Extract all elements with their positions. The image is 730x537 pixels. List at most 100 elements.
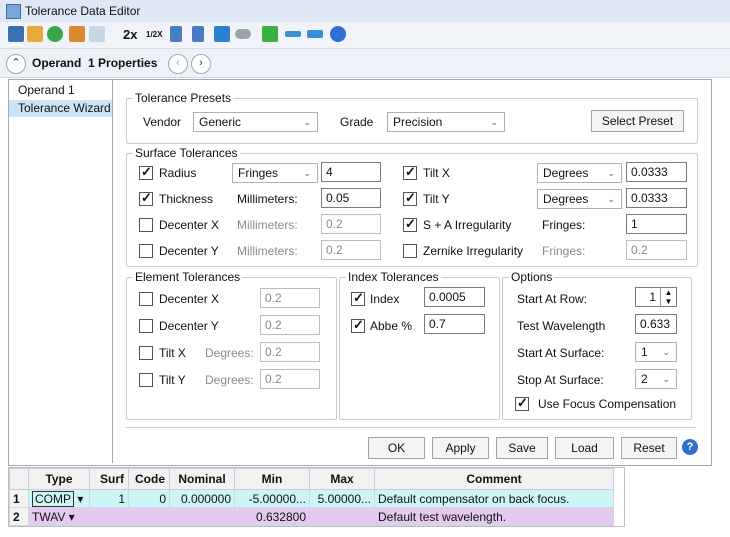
index-input[interactable]: 0.0005	[424, 287, 485, 307]
grade-label: Grade	[340, 115, 374, 129]
code-cell[interactable]: 0	[128, 489, 170, 508]
select-preset-button[interactable]: Select Preset	[591, 110, 684, 132]
sa-irregularity-checkbox[interactable]	[403, 216, 417, 232]
vendor-select[interactable]: Generic ⌄	[193, 112, 318, 132]
start-surface-select[interactable]: 1 ⌄	[635, 342, 677, 362]
load-button[interactable]: Load	[555, 437, 614, 459]
el-decenter-y-checkbox[interactable]	[139, 319, 153, 333]
min-cell[interactable]: -5.00000...	[234, 489, 310, 508]
half-icon[interactable]: 1/2X	[146, 30, 162, 39]
el-decenter-x-input[interactable]: 0.2	[260, 288, 320, 308]
el-tilt-x-checkbox[interactable]	[139, 346, 153, 360]
sort-num-icon[interactable]	[170, 26, 182, 42]
surf-cell[interactable]	[89, 507, 129, 526]
tilt-y-checkbox[interactable]	[403, 190, 417, 206]
save-button[interactable]: Save	[496, 437, 548, 459]
decenter-y-checkbox[interactable]	[139, 244, 153, 258]
chevron-down-icon: ⌄	[662, 374, 670, 384]
min-cell[interactable]: 0.632800	[234, 507, 310, 526]
insert-row-icon[interactable]	[262, 26, 278, 42]
save-icon[interactable]	[8, 26, 24, 42]
wizard-icon[interactable]	[69, 26, 85, 42]
divider	[126, 427, 696, 428]
tilt-y-unit-select[interactable]: Degrees ⌄	[537, 189, 622, 209]
col-type[interactable]: Type	[28, 468, 90, 490]
col-code[interactable]: Code	[128, 468, 170, 490]
vendor-value: Generic	[199, 115, 242, 129]
sort-alpha-icon[interactable]	[192, 26, 204, 42]
el-tilt-y-input[interactable]: 0.2	[260, 369, 320, 389]
tilt-x-label: Tilt X	[423, 166, 450, 180]
col-min[interactable]: Min	[234, 468, 310, 490]
nav-item-operand[interactable]: Operand 1	[9, 82, 112, 99]
toggle-icon[interactable]	[235, 29, 251, 39]
next-operand-icon[interactable]: ›	[191, 54, 211, 74]
max-cell[interactable]: 5.00000...	[309, 489, 375, 508]
tilt-y-input[interactable]: 0.0333	[626, 188, 687, 208]
tilt-x-unit-select[interactable]: Degrees ⌄	[537, 163, 622, 183]
load-icon[interactable]	[27, 26, 43, 42]
comment-cell[interactable]: Default compensator on back focus.	[374, 489, 614, 508]
el-decenter-y-input[interactable]: 0.2	[260, 315, 320, 335]
code-cell[interactable]	[128, 507, 170, 526]
sa-irregularity-label: S + A Irregularity	[423, 218, 512, 232]
el-tilt-x-label: Tilt X	[159, 346, 186, 360]
index-checkbox[interactable]	[351, 290, 365, 306]
focus-compensation-checkbox[interactable]	[515, 395, 529, 411]
prev-operand-icon[interactable]: ‹	[168, 54, 188, 74]
col-comment[interactable]: Comment	[374, 468, 614, 490]
nav-item-tolerance-wizard[interactable]: Tolerance Wizard	[9, 100, 112, 117]
radius-input[interactable]: 4	[321, 162, 381, 182]
radius-unit-select[interactable]: Fringes ⌄	[232, 163, 318, 183]
max-cell[interactable]	[309, 507, 375, 526]
type-cell[interactable]: COMP ▾	[28, 489, 90, 508]
start-row-label: Start At Row:	[517, 292, 588, 306]
help-icon[interactable]: ?	[682, 439, 698, 455]
decenter-x-input[interactable]: 0.2	[321, 214, 381, 234]
reset-button[interactable]: Reset	[621, 437, 677, 459]
stop-surface-label: Stop At Surface:	[517, 373, 604, 387]
thickness-checkbox[interactable]	[139, 190, 153, 206]
tilt-x-input[interactable]: 0.0333	[626, 162, 687, 182]
abbe-checkbox[interactable]	[351, 317, 365, 333]
decenter-y-input[interactable]: 0.2	[321, 240, 381, 260]
comment-cell[interactable]: Default test wavelength.	[374, 507, 614, 526]
convert-icon[interactable]	[89, 26, 105, 42]
collapse-icon[interactable]: ⌃	[6, 54, 26, 74]
double-icon[interactable]: 2x	[123, 27, 137, 42]
col-max[interactable]: Max	[309, 468, 375, 490]
thickness-input[interactable]: 0.05	[321, 188, 381, 208]
grade-select[interactable]: Precision ⌄	[387, 112, 505, 132]
zernike-checkbox[interactable]	[403, 244, 417, 258]
apply-button[interactable]: Apply	[432, 437, 489, 459]
arrow-icon[interactable]	[307, 30, 323, 38]
el-decenter-x-checkbox[interactable]	[139, 292, 153, 306]
zernike-input[interactable]: 0.2	[626, 240, 687, 260]
check-icon[interactable]	[47, 26, 63, 42]
help-icon[interactable]	[330, 26, 346, 42]
col-nominal[interactable]: Nominal	[169, 468, 235, 490]
tilt-x-checkbox[interactable]	[403, 164, 417, 180]
el-tilt-y-checkbox[interactable]	[139, 373, 153, 387]
table-row[interactable]: 1 COMP ▾ 1 0 0.000000 -5.00000... 5.0000…	[9, 489, 614, 508]
radius-checkbox[interactable]	[139, 164, 153, 180]
decenter-x-checkbox[interactable]	[139, 218, 153, 232]
spinner-icon[interactable]: ▲ ▼	[660, 288, 676, 306]
sa-irregularity-input[interactable]: 1	[626, 214, 687, 234]
undo-icon[interactable]	[214, 26, 230, 42]
nominal-cell[interactable]	[169, 507, 235, 526]
ok-button[interactable]: OK	[368, 437, 425, 459]
surf-cell[interactable]: 1	[89, 489, 129, 508]
wavelength-input[interactable]: 0.633	[635, 314, 677, 334]
nominal-cell[interactable]: 0.000000	[169, 489, 235, 508]
table-row[interactable]: 2 TWAV ▾ 0.632800 Default test wavelengt…	[9, 507, 614, 526]
start-surface-value: 1	[641, 345, 648, 359]
window-title: Tolerance Data Editor	[25, 4, 141, 18]
dots-icon[interactable]	[285, 31, 301, 37]
stop-surface-select[interactable]: 2 ⌄	[635, 369, 677, 389]
type-cell[interactable]: TWAV ▾	[28, 507, 90, 526]
chevron-down-icon: ⌄	[607, 168, 615, 178]
col-surf[interactable]: Surf	[89, 468, 129, 490]
el-tilt-x-input[interactable]: 0.2	[260, 342, 320, 362]
abbe-input[interactable]: 0.7	[424, 314, 485, 334]
